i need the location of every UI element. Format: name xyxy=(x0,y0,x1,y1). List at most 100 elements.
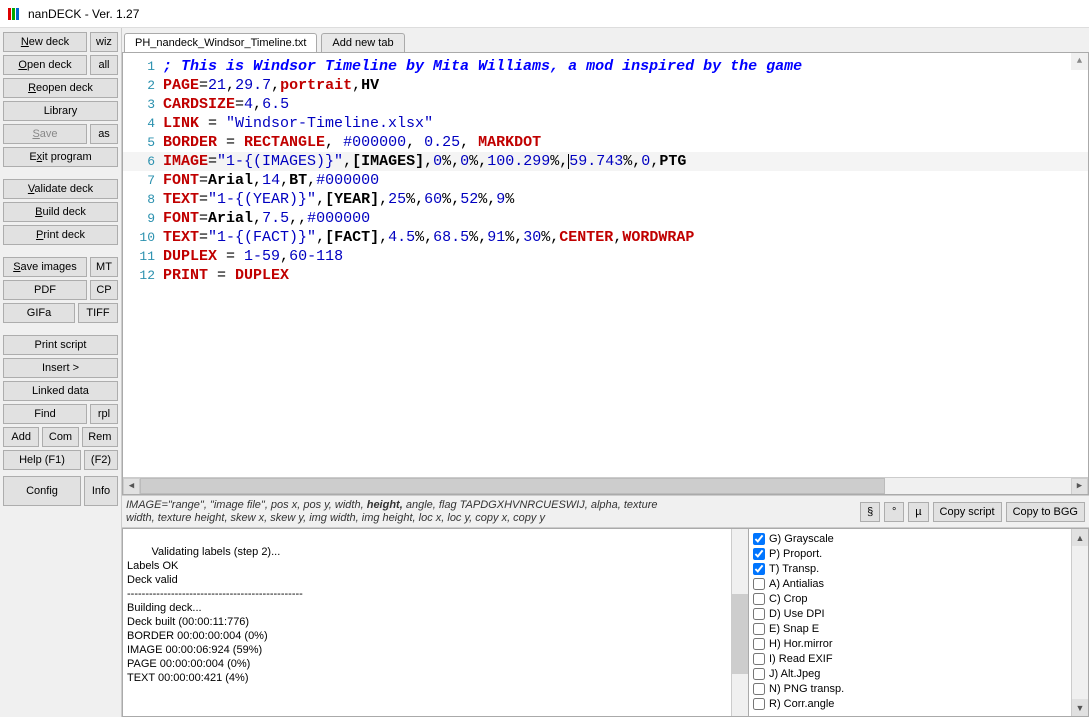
flag-label: T) Transp. xyxy=(769,563,819,575)
log-text: Validating labels (step 2)... Labels OK … xyxy=(127,546,303,684)
code-editor[interactable]: ▲ 1; This is Windsor Timeline by Mita Wi… xyxy=(122,52,1089,495)
flag-checkbox-row[interactable]: D) Use DPI xyxy=(753,606,1084,621)
help-button[interactable]: Help (F1) xyxy=(3,450,81,470)
mu-char-button[interactable]: µ xyxy=(908,502,928,522)
flag-label: R) Corr.angle xyxy=(769,698,834,710)
flag-checkbox-row[interactable]: A) Antialias xyxy=(753,576,1084,591)
code-comment: ; This is Windsor Timeline by Mita Willi… xyxy=(163,58,802,75)
tiff-button[interactable]: TIFF xyxy=(78,303,118,323)
line-number: 4 xyxy=(123,114,163,133)
window-title: nanDECK - Ver. 1.27 xyxy=(28,7,139,21)
info-button[interactable]: Info xyxy=(84,476,118,506)
print-deck-button[interactable]: Print deck xyxy=(3,225,118,245)
scroll-thumb[interactable] xyxy=(732,594,748,674)
line-number: 11 xyxy=(123,247,163,266)
app-logo-icon xyxy=(6,6,22,22)
cp-button[interactable]: CP xyxy=(90,280,118,300)
section-char-button[interactable]: § xyxy=(860,502,880,522)
flag-checkbox[interactable] xyxy=(753,653,765,665)
flag-checkbox[interactable] xyxy=(753,608,765,620)
reopen-deck-button[interactable]: Reopen deck xyxy=(3,78,118,98)
flag-checkbox-row[interactable]: G) Grayscale xyxy=(753,531,1084,546)
flag-checkbox[interactable] xyxy=(753,668,765,680)
library-button[interactable]: Library xyxy=(3,101,118,121)
mt-button[interactable]: MT xyxy=(90,257,118,277)
flag-checkbox-row[interactable]: I) Read EXIF xyxy=(753,651,1084,666)
flag-label: D) Use DPI xyxy=(769,608,825,620)
flag-label: A) Antialias xyxy=(769,578,824,590)
find-button[interactable]: Find xyxy=(3,404,87,424)
save-as-button[interactable]: as xyxy=(90,124,118,144)
sidebar: New deck wiz Open deck all Reopen deck L… xyxy=(0,28,122,717)
flag-checkbox-row[interactable]: J) Alt.Jpeg xyxy=(753,666,1084,681)
log-vscrollbar[interactable] xyxy=(731,529,748,716)
flag-label: G) Grayscale xyxy=(769,533,834,545)
new-deck-button[interactable]: New deck xyxy=(3,32,87,52)
flag-checkbox[interactable] xyxy=(753,638,765,650)
line-number: 3 xyxy=(123,95,163,114)
editor-hscrollbar[interactable]: ◀ ▶ xyxy=(123,477,1088,494)
all-button[interactable]: all xyxy=(90,55,118,75)
flag-checkbox-row[interactable]: E) Snap E xyxy=(753,621,1084,636)
flag-label: C) Crop xyxy=(769,593,808,605)
flag-checkbox[interactable] xyxy=(753,623,765,635)
flag-checkbox[interactable] xyxy=(753,563,765,575)
gifa-button[interactable]: GIFa xyxy=(3,303,75,323)
tab-add-new[interactable]: Add new tab xyxy=(321,33,404,52)
copy-script-button[interactable]: Copy script xyxy=(933,502,1002,522)
tab-file[interactable]: PH_nandeck_Windsor_Timeline.txt xyxy=(124,33,317,52)
f2-button[interactable]: (F2) xyxy=(84,450,118,470)
hint-text: IMAGE="range", "image file", pos x, pos … xyxy=(126,499,856,525)
flag-checkbox[interactable] xyxy=(753,698,765,710)
flag-checkbox-row[interactable]: H) Hor.mirror xyxy=(753,636,1084,651)
flag-label: J) Alt.Jpeg xyxy=(769,668,820,680)
save-button: Save xyxy=(3,124,87,144)
line-number: 9 xyxy=(123,209,163,228)
flag-checkbox[interactable] xyxy=(753,593,765,605)
save-images-button[interactable]: Save images xyxy=(3,257,87,277)
open-deck-button[interactable]: Open deck xyxy=(3,55,87,75)
flag-label: H) Hor.mirror xyxy=(769,638,833,650)
print-script-button[interactable]: Print script xyxy=(3,335,118,355)
flags-vscrollbar[interactable]: ▲ ▼ xyxy=(1071,529,1088,716)
add-button[interactable]: Add xyxy=(3,427,39,447)
flag-label: I) Read EXIF xyxy=(769,653,833,665)
hint-bar: IMAGE="range", "image file", pos x, pos … xyxy=(122,495,1089,527)
flag-label: P) Proport. xyxy=(769,548,822,560)
scroll-thumb[interactable] xyxy=(140,478,885,494)
flag-checkbox[interactable] xyxy=(753,548,765,560)
titlebar: nanDECK - Ver. 1.27 xyxy=(0,0,1089,28)
line-number: 10 xyxy=(123,228,163,247)
wiz-button[interactable]: wiz xyxy=(90,32,118,52)
copy-to-bgg-button[interactable]: Copy to BGG xyxy=(1006,502,1085,522)
flag-checkbox[interactable] xyxy=(753,578,765,590)
flag-checkbox-row[interactable]: C) Crop xyxy=(753,591,1084,606)
line-number: 6 xyxy=(123,152,163,171)
validate-deck-button[interactable]: Validate deck xyxy=(3,179,118,199)
flags-panel: G) Grayscale P) Proport. T) Transp. A) Anti… xyxy=(749,528,1089,717)
scroll-right-icon[interactable]: ▶ xyxy=(1071,478,1088,495)
scroll-up-icon[interactable]: ▲ xyxy=(1072,529,1088,546)
log-panel[interactable]: Validating labels (step 2)... Labels OK … xyxy=(122,528,749,717)
flag-checkbox-row[interactable]: N) PNG transp. xyxy=(753,681,1084,696)
flag-checkbox[interactable] xyxy=(753,533,765,545)
rem-button[interactable]: Rem xyxy=(82,427,118,447)
rpl-button[interactable]: rpl xyxy=(90,404,118,424)
com-button[interactable]: Com xyxy=(42,427,78,447)
flag-label: E) Snap E xyxy=(769,623,819,635)
insert-button[interactable]: Insert > xyxy=(3,358,118,378)
flag-checkbox-row[interactable]: R) Corr.angle xyxy=(753,696,1084,711)
pdf-button[interactable]: PDF xyxy=(3,280,87,300)
flag-checkbox-row[interactable]: P) Proport. xyxy=(753,546,1084,561)
editor-scroll-up-icon[interactable]: ▲ xyxy=(1071,53,1088,70)
flag-checkbox-row[interactable]: T) Transp. xyxy=(753,561,1084,576)
degree-char-button[interactable]: ° xyxy=(884,502,904,522)
config-button[interactable]: Config xyxy=(3,476,81,506)
build-deck-button[interactable]: Build deck xyxy=(3,202,118,222)
flag-checkbox[interactable] xyxy=(753,683,765,695)
scroll-left-icon[interactable]: ◀ xyxy=(123,478,140,495)
scroll-down-icon[interactable]: ▼ xyxy=(1072,699,1088,716)
flag-label: N) PNG transp. xyxy=(769,683,844,695)
exit-program-button[interactable]: Exit program xyxy=(3,147,118,167)
linked-data-button[interactable]: Linked data xyxy=(3,381,118,401)
